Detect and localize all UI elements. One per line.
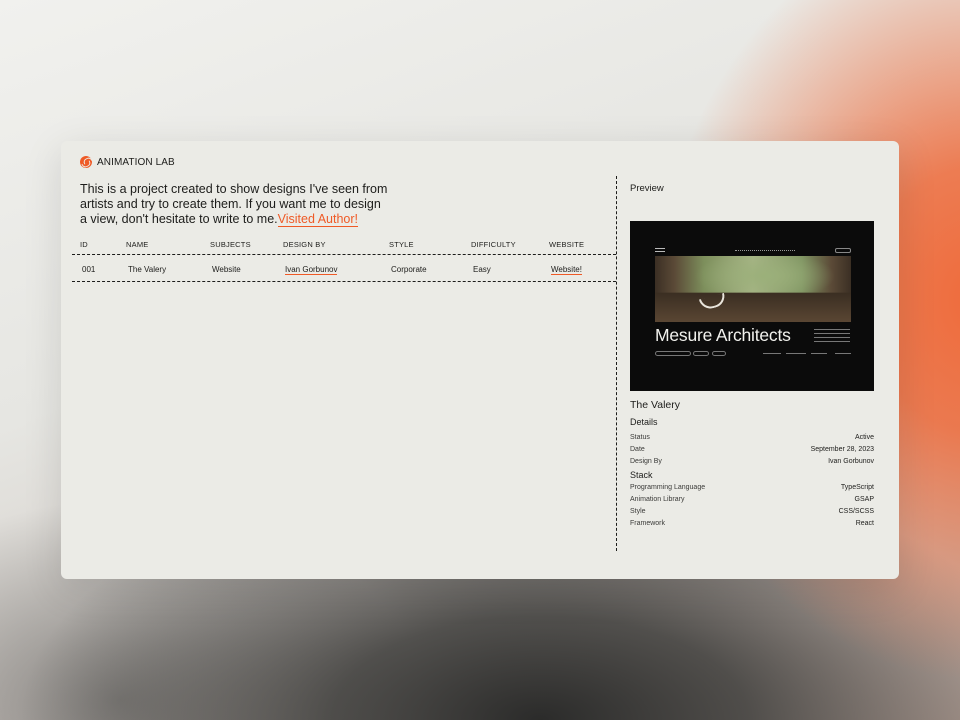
detail-key: Status xyxy=(630,434,650,441)
preview-nav xyxy=(655,248,851,256)
stack-row: Framework React xyxy=(630,520,874,530)
logo-icon xyxy=(80,156,92,168)
detail-row: Design By Ivan Gorbunov xyxy=(630,458,874,468)
column-header-subjects: SUBJECTS xyxy=(210,240,251,249)
stack-value: React xyxy=(855,520,874,527)
project-name: The Valery xyxy=(630,399,680,411)
stack-key: Animation Library xyxy=(630,496,685,503)
cell-subjects: Website xyxy=(212,265,241,274)
cell-style: Corporate xyxy=(391,265,427,274)
stack-value: GSAP xyxy=(854,496,874,503)
preview-title: Mesure Architects xyxy=(655,325,791,345)
intro-text: This is a project created to show design… xyxy=(80,182,390,227)
column-header-style: STYLE xyxy=(389,240,414,249)
detail-key: Design By xyxy=(630,458,662,465)
brand[interactable]: ANIMATION LAB xyxy=(80,156,175,168)
column-divider xyxy=(616,176,617,551)
stack-row: Programming Language TypeScript xyxy=(630,484,874,494)
cell-difficulty: Easy xyxy=(473,265,491,274)
preview-image[interactable]: Mesure Architects xyxy=(630,221,874,391)
column-header-website: WEBSITE xyxy=(549,240,585,249)
preview-label: Preview xyxy=(630,183,664,194)
column-header-design-by: DESIGN BY xyxy=(283,240,326,249)
preview-button xyxy=(835,248,851,253)
preview-copy xyxy=(814,329,850,345)
visited-author-link[interactable]: Visited Author! xyxy=(277,212,359,227)
detail-key: Date xyxy=(630,446,645,453)
cell-name: The Valery xyxy=(128,265,167,274)
details-title: Details xyxy=(630,417,658,427)
table-header: ID NAME SUBJECTS DESIGN BY STYLE DIFFICU… xyxy=(72,237,616,255)
preview-logo xyxy=(655,248,665,252)
projects-table: ID NAME SUBJECTS DESIGN BY STYLE DIFFICU… xyxy=(72,237,616,282)
stack-title: Stack xyxy=(630,470,653,480)
stack-key: Programming Language xyxy=(630,484,706,491)
stack-key: Style xyxy=(630,508,646,515)
detail-row: Date September 28, 2023 xyxy=(630,446,874,456)
stack-row: Style CSS/SCSS xyxy=(630,508,874,518)
preview-menu xyxy=(735,250,795,251)
cell-id: 001 xyxy=(82,265,96,274)
brand-name: ANIMATION LAB xyxy=(97,156,175,168)
detail-value: Active xyxy=(854,434,874,441)
table-row[interactable]: 001 The Valery Website Ivan Gorbunov Cor… xyxy=(72,255,616,282)
detail-value: Ivan Gorbunov xyxy=(828,458,874,465)
detail-value: September 28, 2023 xyxy=(810,446,874,453)
preview-footer xyxy=(655,351,851,357)
column-header-id: ID xyxy=(80,240,88,249)
detail-row: Status Active xyxy=(630,434,874,444)
stack-value: CSS/SCSS xyxy=(838,508,874,515)
column-header-name: NAME xyxy=(126,240,149,249)
app-window: ANIMATION LAB This is a project created … xyxy=(61,141,899,579)
stack-key: Framework xyxy=(630,520,666,527)
stack-row: Animation Library GSAP xyxy=(630,496,874,506)
website-link[interactable]: Website! xyxy=(551,265,582,275)
preview-photo xyxy=(655,256,851,322)
chair-shape xyxy=(698,292,728,312)
stack-value: TypeScript xyxy=(840,484,874,491)
column-header-difficulty: DIFFICULTY xyxy=(471,240,516,249)
designer-link[interactable]: Ivan Gorbunov xyxy=(285,265,338,275)
